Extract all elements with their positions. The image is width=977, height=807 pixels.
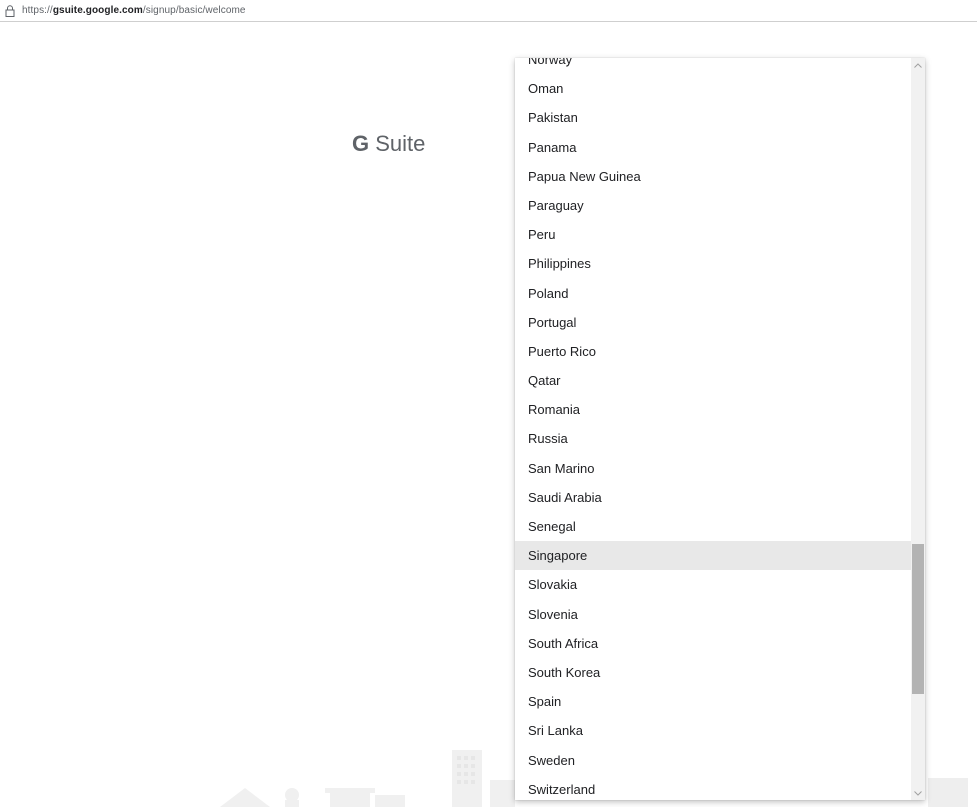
url-host: gsuite.google.com [52,5,143,16]
dropdown-option[interactable]: Spain [515,687,911,716]
scroll-thumb[interactable] [912,544,924,694]
chevron-down-icon[interactable] [911,786,925,800]
dropdown-option[interactable]: Norway [515,58,911,74]
logo-suite: Suite [369,131,426,156]
dropdown-option[interactable]: Qatar [515,366,911,395]
lock-icon [4,4,16,18]
url-path: /signup/basic/welcome [142,5,246,16]
dropdown-option[interactable]: Slovakia [515,570,911,599]
chevron-up-icon[interactable] [911,58,925,72]
dropdown-option[interactable]: Switzerland [515,775,911,800]
dropdown-option[interactable]: Sweden [515,746,911,775]
dropdown-option[interactable]: Saudi Arabia [515,483,911,512]
dropdown-scrollbar[interactable] [911,58,925,800]
dropdown-option[interactable]: Peru [515,220,911,249]
logo-g: G [352,131,370,156]
dropdown-option[interactable]: Oman [515,74,911,103]
dropdown-option[interactable]: San Marino [515,454,911,483]
dropdown-option[interactable]: Portugal [515,308,911,337]
dropdown-option[interactable]: Panama [515,133,911,162]
country-option-list[interactable]: Norway Oman Pakistan Panama Papua New Guinea… [515,58,911,800]
dropdown-option[interactable]: Philippines [515,249,911,278]
dropdown-option[interactable]: South Africa [515,629,911,658]
dropdown-option[interactable]: Sri Lanka [515,716,911,745]
dropdown-option[interactable]: Senegal [515,512,911,541]
gsuite-logo: G Suite [352,131,425,157]
page: https://gsuite.google.com/signup/basic/w… [0,0,977,807]
url-prefix: https:// [22,5,53,16]
dropdown-option[interactable]: South Korea [515,658,911,687]
dropdown-option[interactable]: Russia [515,424,911,453]
dropdown-option[interactable]: Pakistan [515,103,911,132]
dropdown-option[interactable]: Poland [515,279,911,308]
country-dropdown[interactable]: Norway Oman Pakistan Panama Papua New Guinea… [515,58,925,800]
dropdown-option[interactable]: Slovenia [515,600,911,629]
dropdown-option[interactable]: Paraguay [515,191,911,220]
address-bar[interactable]: https://gsuite.google.com/signup/basic/w… [0,0,977,22]
dropdown-option[interactable]: Romania [515,395,911,424]
dropdown-option[interactable]: Papua New Guinea [515,162,911,191]
dropdown-option[interactable]: Puerto Rico [515,337,911,366]
dropdown-option[interactable]: Singapore [515,541,911,571]
url-text[interactable]: https://gsuite.google.com/signup/basic/w… [22,5,246,16]
